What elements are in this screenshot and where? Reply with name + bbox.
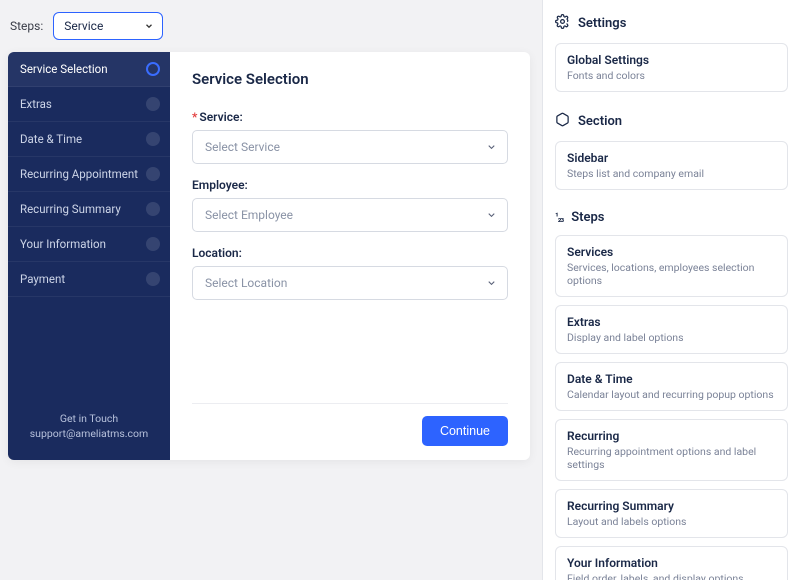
section-icon	[555, 112, 570, 131]
gear-icon	[555, 14, 570, 33]
field-location: Location: Select Location	[192, 246, 508, 300]
location-select-placeholder: Select Location	[205, 276, 287, 290]
employee-select[interactable]: Select Employee	[192, 198, 508, 232]
sidebar-item-service-selection[interactable]: Service Selection	[8, 52, 170, 87]
chevron-down-icon	[486, 210, 497, 221]
card-title: Recurring Summary	[567, 499, 776, 513]
card-title: Extras	[567, 315, 776, 329]
sidebar-item-label: Your Information	[20, 237, 106, 251]
panel-footer: Continue	[192, 403, 508, 446]
sidebar-item-recurring-summary[interactable]: Recurring Summary	[8, 192, 170, 227]
step-indicator-icon	[146, 132, 160, 146]
sidebar-item-label: Recurring Summary	[20, 202, 121, 216]
field-label-location: Location:	[192, 246, 508, 260]
steps-dropdown[interactable]: Service	[53, 12, 163, 40]
sidebar-item-recurring-appointment[interactable]: Recurring Appointment	[8, 157, 170, 192]
step-indicator-icon	[146, 62, 160, 76]
card-sidebar-settings[interactable]: Sidebar Steps list and company email	[555, 141, 788, 190]
sidebar-item-label: Date & Time	[20, 132, 82, 146]
card-step-recurring-summary[interactable]: Recurring Summary Layout and labels opti…	[555, 489, 788, 538]
steps-dropdown-value: Service	[64, 19, 103, 33]
chevron-down-icon	[486, 142, 497, 153]
get-in-touch-label: Get in Touch	[16, 411, 162, 427]
sidebar-item-your-information[interactable]: Your Information	[8, 227, 170, 262]
sidebar-item-label: Service Selection	[20, 62, 108, 76]
sidebar-list: Service Selection Extras Date & Time Rec…	[8, 52, 170, 399]
field-label-employee: Employee:	[192, 178, 508, 192]
sidebar-footer: Get in Touch support@ameliatms.com	[8, 399, 170, 461]
card-desc: Fonts and colors	[567, 69, 776, 82]
employee-select-placeholder: Select Employee	[205, 208, 293, 222]
step-indicator-icon	[146, 237, 160, 251]
continue-button[interactable]: Continue	[422, 416, 508, 446]
support-email: support@ameliatms.com	[16, 426, 162, 442]
right-pane: Settings Global Settings Fonts and color…	[542, 0, 800, 580]
card-title: Services	[567, 245, 776, 259]
required-asterisk: *	[192, 110, 197, 124]
card-title: Date & Time	[567, 372, 776, 386]
chevron-down-icon	[486, 278, 497, 289]
steps-heading: ¹₂₃ Steps	[555, 210, 788, 225]
card-step-your-information[interactable]: Your Information Field order, labels, an…	[555, 546, 788, 580]
left-pane: Steps: Service Service Selection Extras	[0, 0, 542, 580]
step-indicator-icon	[146, 272, 160, 286]
field-service: *Service: Select Service	[192, 110, 508, 164]
step-indicator-icon	[146, 167, 160, 181]
card-desc: Layout and labels options	[567, 515, 776, 528]
sidebar-item-label: Extras	[20, 97, 52, 111]
sidebar-item-extras[interactable]: Extras	[8, 87, 170, 122]
steps-icon: ¹₂₃	[555, 212, 563, 223]
card-desc: Services, locations, employees selection…	[567, 261, 776, 287]
sidebar: Service Selection Extras Date & Time Rec…	[8, 52, 170, 460]
settings-heading: Settings	[555, 14, 788, 33]
field-employee: Employee: Select Employee	[192, 178, 508, 232]
sidebar-item-label: Recurring Appointment	[20, 167, 138, 181]
sidebar-item-date-time[interactable]: Date & Time	[8, 122, 170, 157]
card-desc: Display and label options	[567, 331, 776, 344]
field-label-service: *Service:	[192, 110, 508, 124]
step-indicator-icon	[146, 202, 160, 216]
sidebar-item-label: Payment	[20, 272, 65, 286]
card-desc: Steps list and company email	[567, 167, 776, 180]
steps-selector-row: Steps: Service	[10, 12, 530, 40]
card-desc: Field order, labels, and display options	[567, 572, 776, 580]
sidebar-item-payment[interactable]: Payment	[8, 262, 170, 297]
card-step-services[interactable]: Services Services, locations, employees …	[555, 235, 788, 297]
card-step-recurring[interactable]: Recurring Recurring appointment options …	[555, 419, 788, 481]
main-panel: Service Selection *Service: Select Servi…	[170, 52, 530, 460]
card-title: Sidebar	[567, 151, 776, 165]
step-indicator-icon	[146, 97, 160, 111]
card-step-extras[interactable]: Extras Display and label options	[555, 305, 788, 354]
service-select-placeholder: Select Service	[205, 140, 280, 154]
card-title: Recurring	[567, 429, 776, 443]
card-step-date-time[interactable]: Date & Time Calendar layout and recurrin…	[555, 362, 788, 411]
card-title: Your Information	[567, 556, 776, 570]
service-select[interactable]: Select Service	[192, 130, 508, 164]
card-title: Global Settings	[567, 53, 776, 67]
card-desc: Recurring appointment options and label …	[567, 445, 776, 471]
steps-label: Steps:	[10, 19, 43, 33]
section-heading: Section	[555, 112, 788, 131]
booking-card: Service Selection Extras Date & Time Rec…	[8, 52, 530, 460]
panel-title: Service Selection	[192, 70, 508, 88]
chevron-down-icon	[144, 21, 154, 31]
card-global-settings[interactable]: Global Settings Fonts and colors	[555, 43, 788, 92]
card-desc: Calendar layout and recurring popup opti…	[567, 388, 776, 401]
location-select[interactable]: Select Location	[192, 266, 508, 300]
